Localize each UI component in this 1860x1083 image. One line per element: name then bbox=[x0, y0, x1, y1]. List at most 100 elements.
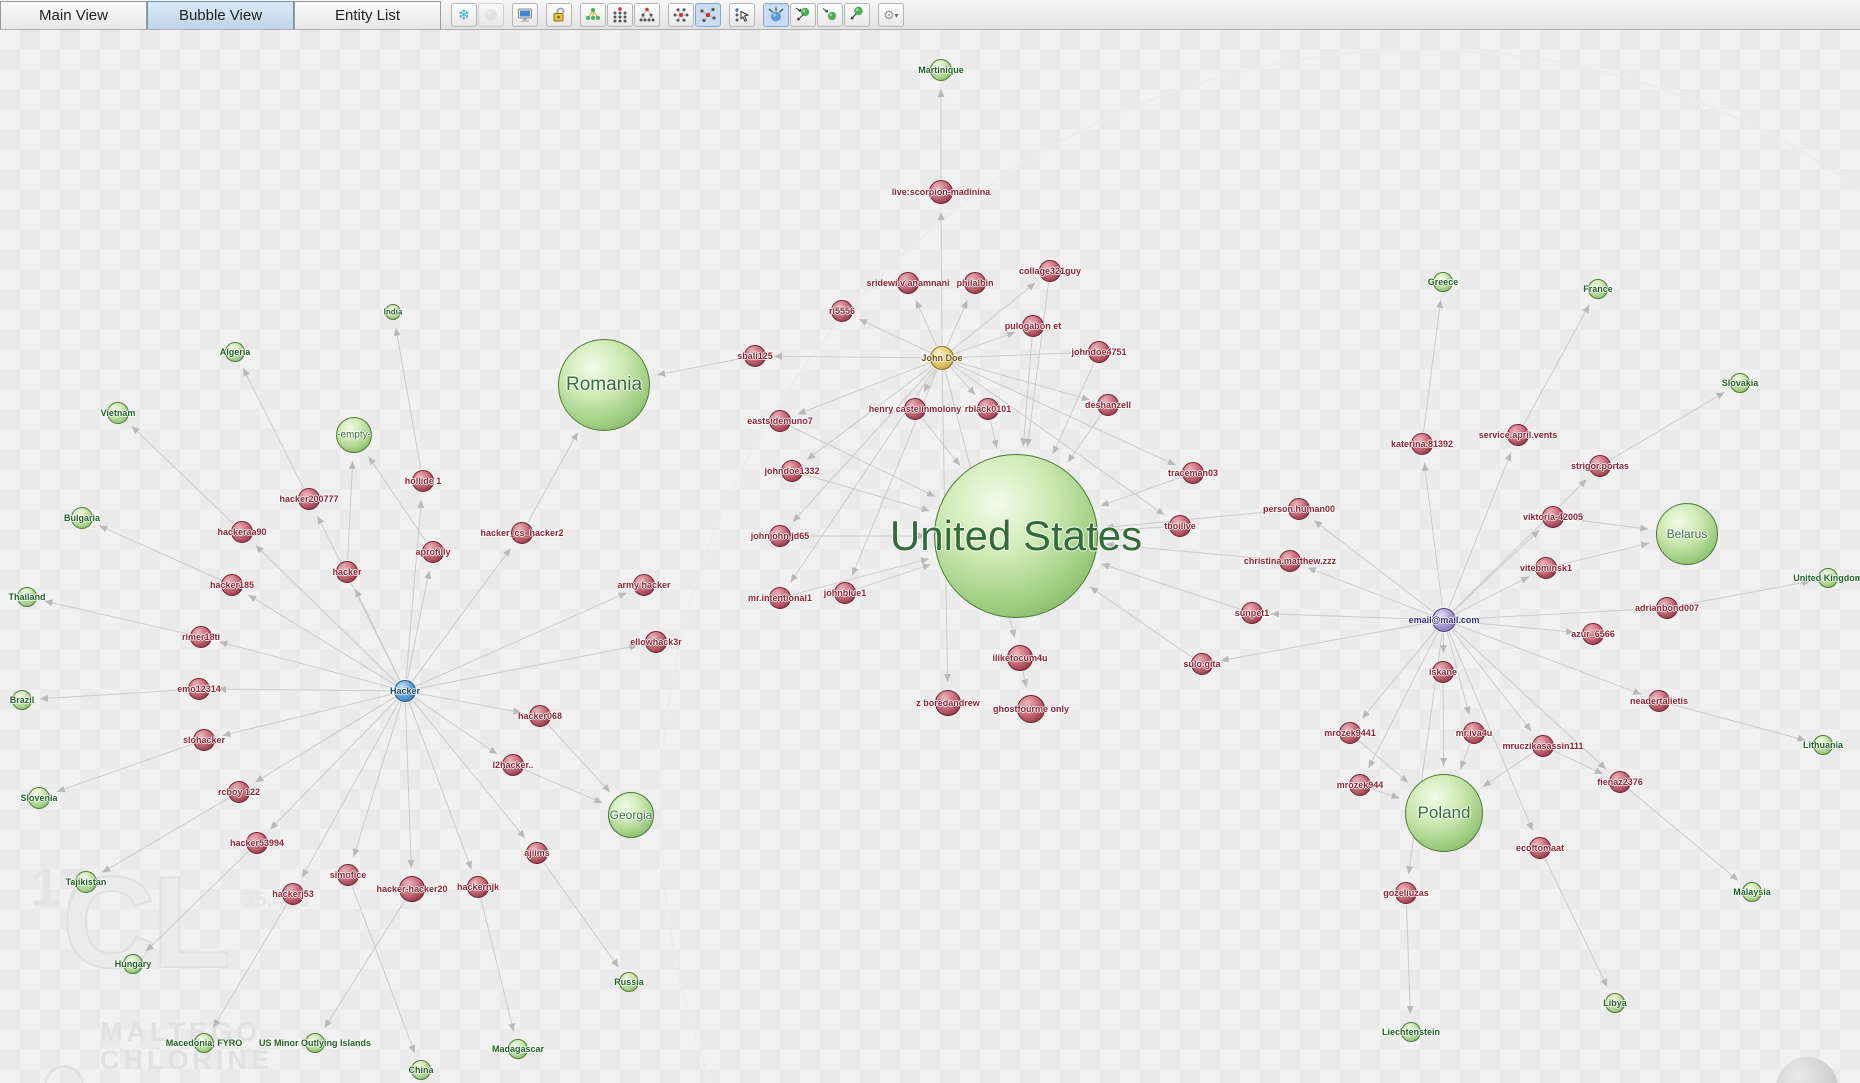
node-label: person.human00 bbox=[1263, 504, 1335, 514]
display-icon[interactable] bbox=[512, 3, 538, 27]
node-label: hackernjk bbox=[457, 882, 499, 892]
settings-dropdown-icon[interactable]: ⚙▾ bbox=[878, 3, 904, 27]
node-label: ri5556 bbox=[829, 306, 855, 316]
node-label: iliketocum4u bbox=[992, 653, 1047, 663]
node-label: mr.iva4u bbox=[1456, 728, 1493, 738]
node-label: iskane bbox=[1429, 667, 1457, 677]
toolbar-group bbox=[668, 3, 722, 27]
layout-interactive-icon[interactable] bbox=[729, 3, 755, 27]
node-label: Lithuania bbox=[1803, 740, 1843, 750]
node-label: gozeliuzas bbox=[1383, 888, 1429, 898]
node-label: sunpet1 bbox=[1235, 608, 1270, 618]
toolbar-group: ❄ bbox=[451, 3, 505, 27]
node-label: Libya bbox=[1603, 998, 1627, 1008]
node-label: philalbin bbox=[957, 278, 994, 288]
node-label: l2hacker.. bbox=[492, 760, 533, 770]
node-label: fienaz2376 bbox=[1597, 777, 1643, 787]
node-label: hacker068 bbox=[518, 711, 562, 721]
node-label: henry castelinmolony bbox=[869, 404, 962, 414]
layout-organic-icon[interactable] bbox=[580, 3, 606, 27]
node-label: sbali125 bbox=[737, 351, 773, 361]
node-label: US Minor Outlying Islands bbox=[259, 1038, 371, 1048]
node-label: rcboy 122 bbox=[218, 787, 260, 797]
toolbar-group bbox=[729, 3, 756, 27]
node-label: hacker53994 bbox=[230, 838, 284, 848]
node-label: sridewi.v anamnani bbox=[866, 278, 949, 288]
toolbar-group bbox=[580, 3, 661, 27]
layout-hierarchical-icon[interactable] bbox=[607, 3, 633, 27]
node-label: viktoria-42005 bbox=[1523, 512, 1583, 522]
tab-entity-list[interactable]: Entity List bbox=[294, 1, 441, 29]
node-label: Madagascar bbox=[492, 1044, 544, 1054]
node-label: emo12314 bbox=[177, 684, 221, 694]
node-label: eastsidemuno7 bbox=[747, 416, 813, 426]
node-label: ajiims bbox=[524, 848, 550, 858]
node-label: aprofilly bbox=[415, 547, 450, 557]
node-label: France bbox=[1583, 284, 1613, 294]
node-label: John Doe bbox=[921, 353, 962, 363]
node-label: China bbox=[408, 1065, 433, 1075]
node-label: vitebminsk1 bbox=[1520, 563, 1572, 573]
node-label: hollide 1 bbox=[405, 476, 442, 486]
node-label: hacker200777 bbox=[279, 494, 338, 504]
node-label: christina.matthew.zzz bbox=[1244, 556, 1336, 566]
links-inout-icon[interactable] bbox=[790, 3, 816, 27]
node-label: Slovakia bbox=[1722, 378, 1759, 388]
svg-text:❄: ❄ bbox=[458, 7, 471, 24]
toolbar-group bbox=[546, 3, 573, 27]
select-bubble-icon[interactable] bbox=[763, 3, 789, 27]
node-label: United Kingdom bbox=[1793, 573, 1860, 583]
toolbar-buttons: ❄ ⚙▾ bbox=[451, 0, 912, 29]
node-label: Hacker bbox=[390, 686, 420, 696]
unlock-icon[interactable] bbox=[546, 3, 572, 27]
node-label: adrianbond007 bbox=[1635, 603, 1699, 613]
node-label: Brazil bbox=[10, 695, 35, 705]
node-label: johndoe4751 bbox=[1071, 347, 1126, 357]
node-label: Algeria bbox=[220, 347, 251, 357]
node-layer: United StatesRomaniaPolandBelarusGeorgia… bbox=[0, 29, 1860, 1083]
node-label: Hungary bbox=[115, 959, 152, 969]
node-label: rimer18ti bbox=[182, 632, 220, 642]
node-label: traceman03 bbox=[1168, 468, 1218, 478]
graph-canvas[interactable]: 17 CL 35,453 MALTEGO CHLORINE United Sta… bbox=[0, 29, 1860, 1083]
layout-bubble-icon[interactable] bbox=[695, 3, 721, 27]
layout-tree-icon[interactable] bbox=[634, 3, 660, 27]
node-label: India bbox=[384, 308, 403, 317]
svg-text:▾: ▾ bbox=[895, 11, 899, 20]
tab-main-view[interactable]: Main View bbox=[0, 1, 147, 29]
view-tabs: Main ViewBubble ViewEntity List bbox=[0, 0, 441, 29]
node-label: email@mail.com bbox=[1409, 615, 1480, 625]
node-label: johnblue1 bbox=[824, 588, 867, 598]
node-label: z boredandrew bbox=[916, 698, 980, 708]
freeze-icon[interactable]: ❄ bbox=[451, 3, 477, 27]
toolbar-group: ⚙▾ bbox=[878, 3, 905, 27]
node-label: Belarus bbox=[1667, 527, 1708, 541]
toolbar-group bbox=[512, 3, 539, 27]
node-label: ecoftomaat bbox=[1516, 843, 1564, 853]
node-label: simofice bbox=[330, 870, 367, 880]
layout-circular-icon[interactable] bbox=[668, 3, 694, 27]
tab-bubble-view[interactable]: Bubble View bbox=[147, 1, 294, 29]
links-out-icon[interactable] bbox=[844, 3, 870, 27]
node-label: Martinique bbox=[918, 65, 964, 75]
node-label: -empty- bbox=[337, 430, 371, 441]
node-label: katerina.81392 bbox=[1391, 439, 1453, 449]
node-label: Bulgaria bbox=[64, 513, 100, 523]
bubble-icon[interactable] bbox=[478, 3, 504, 27]
node-label: hacker-hacker20 bbox=[376, 884, 447, 894]
node-label: strigor.portas bbox=[1571, 461, 1629, 471]
node-label: Romania bbox=[566, 374, 642, 396]
node-label: Thailand bbox=[8, 592, 45, 602]
links-in-icon[interactable] bbox=[817, 3, 843, 27]
node-label: army hacker bbox=[617, 580, 670, 590]
node-label: Malaysia bbox=[1733, 887, 1771, 897]
node-label: slohacker bbox=[183, 735, 225, 745]
node-label: hacker_cs_hacker2 bbox=[480, 528, 563, 538]
node-label: Russia bbox=[614, 977, 644, 987]
node-label: Vietnam bbox=[101, 408, 136, 418]
node-label: collage321guy bbox=[1019, 266, 1081, 276]
node-label: mrozek9441 bbox=[1324, 728, 1376, 738]
node-label: mruczikasassin111 bbox=[1502, 741, 1583, 751]
node-label: mr.intentional1 bbox=[748, 593, 812, 603]
node-label: azur_6566 bbox=[1571, 629, 1615, 639]
